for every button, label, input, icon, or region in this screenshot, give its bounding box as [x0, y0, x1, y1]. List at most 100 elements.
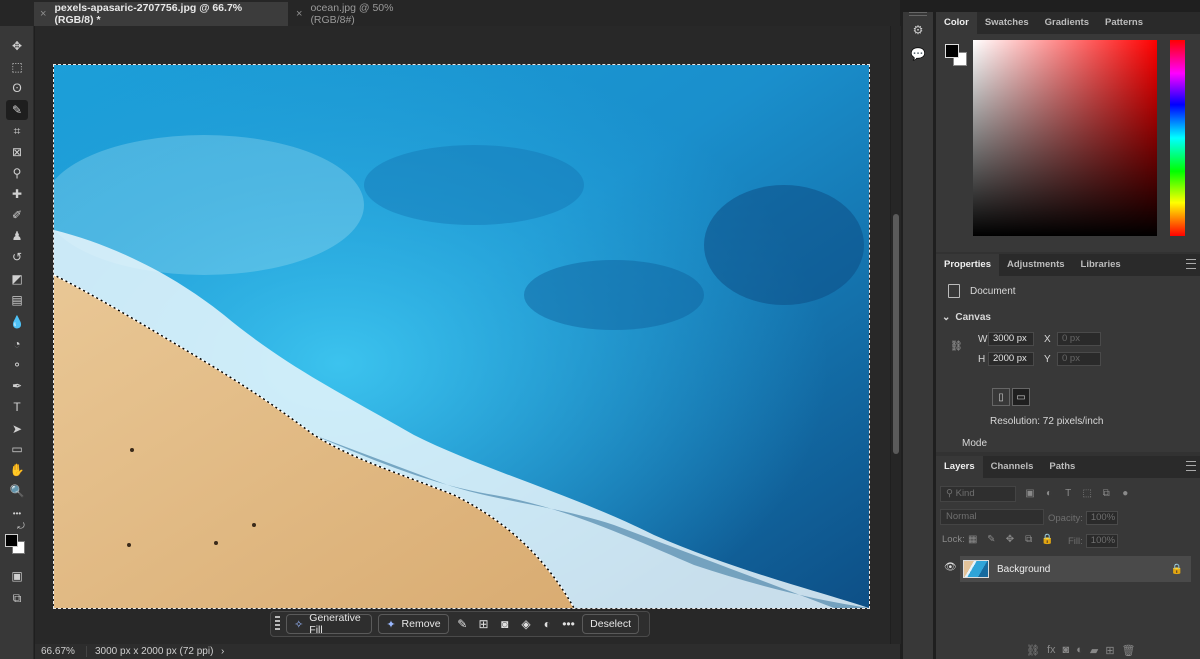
lock-pixels-icon[interactable]: ✎: [983, 534, 999, 545]
link-dimensions-icon[interactable]: ⛓: [950, 341, 963, 352]
move-tool-icon[interactable]: ✥: [6, 36, 28, 56]
panel-menu-icon[interactable]: [1186, 259, 1196, 269]
smart-object-filter-icon[interactable]: ⧉: [1098, 488, 1114, 499]
tab-layers[interactable]: Layers: [936, 456, 983, 478]
beach-photo: [54, 65, 869, 608]
drag-handle-icon[interactable]: [275, 616, 281, 632]
lock-transparency-icon[interactable]: ▦: [965, 534, 981, 545]
collapsed-panels-column: ⚙ 💬: [903, 12, 933, 659]
tab-color[interactable]: Color: [936, 12, 977, 34]
canvas-section-header[interactable]: ⌄ Canvas: [942, 312, 991, 323]
screen-mode-icon[interactable]: ⧉: [6, 588, 28, 608]
color-field[interactable]: [973, 40, 1157, 236]
frame-tool-icon[interactable]: ⊠: [6, 142, 28, 162]
canvas-workspace: ✧ Generative Fill ✦ Remove ✎ ⊞ ◙ ◈ ◐ •••…: [35, 26, 890, 644]
fill-field[interactable]: 100%: [1085, 534, 1118, 548]
comments-panel-icon[interactable]: 💬: [908, 44, 928, 64]
lock-label: Lock:: [942, 534, 965, 545]
quick-mask-icon[interactable]: ▣: [6, 566, 28, 586]
add-mask-icon[interactable]: ◙: [1063, 644, 1070, 657]
adjustment-layer-icon[interactable]: ◐: [540, 614, 555, 634]
tab-libraries[interactable]: Libraries: [1073, 254, 1129, 276]
lock-all-icon[interactable]: 🔒: [1039, 534, 1055, 545]
generative-fill-button[interactable]: ✧ Generative Fill: [286, 612, 373, 636]
y-label: Y: [1044, 353, 1051, 365]
mask-icon[interactable]: ◙: [497, 614, 512, 634]
tab-gradients[interactable]: Gradients: [1037, 12, 1097, 34]
layer-visibility-eye-icon[interactable]: 👁: [944, 562, 957, 573]
adjustment-filter-icon[interactable]: ◐: [1041, 488, 1057, 499]
zoom-tool-icon[interactable]: 🔍: [6, 481, 28, 501]
y-field[interactable]: 0 px: [1057, 352, 1101, 366]
dodge-tool-icon[interactable]: ◔: [6, 334, 28, 354]
rectangle-tool-icon[interactable]: ▭: [6, 439, 28, 459]
brush-tool-icon[interactable]: ✐: [6, 205, 28, 225]
lock-artboard-icon[interactable]: ⧉: [1021, 534, 1037, 545]
properties-panel-icon[interactable]: ⚙: [908, 20, 928, 40]
panel-grip-icon[interactable]: [909, 12, 927, 16]
quick-selection-tool-icon[interactable]: ✎: [6, 100, 28, 120]
portrait-orientation-icon[interactable]: ▯: [992, 388, 1010, 406]
x-field[interactable]: 0 px: [1057, 332, 1101, 346]
tab-channels[interactable]: Channels: [983, 456, 1042, 478]
path-selection-tool-icon[interactable]: ➤: [6, 419, 28, 439]
delete-layer-icon[interactable]: 🗑: [1122, 644, 1136, 657]
lasso-tool-icon[interactable]: ʘ: [6, 78, 28, 98]
new-adjustment-layer-icon[interactable]: ◐: [1076, 644, 1083, 657]
deselect-button[interactable]: Deselect: [582, 614, 640, 634]
eraser-tool-icon[interactable]: ◩: [6, 269, 28, 289]
fill-bucket-icon[interactable]: ◈: [518, 614, 533, 634]
layer-style-fx-icon[interactable]: fx: [1047, 644, 1056, 657]
layer-lock-icon[interactable]: 🔒: [1171, 564, 1183, 575]
new-group-icon[interactable]: ▰: [1090, 644, 1098, 657]
type-tool-icon[interactable]: T: [6, 397, 28, 417]
height-field[interactable]: 2000 px: [988, 352, 1034, 366]
hue-slider[interactable]: [1170, 40, 1185, 236]
tab-adjustments[interactable]: Adjustments: [999, 254, 1073, 276]
foreground-color-chip[interactable]: [945, 44, 959, 58]
swap-colors-icon[interactable]: ⤾: [14, 516, 28, 536]
more-options-icon[interactable]: •••: [561, 614, 576, 634]
width-field[interactable]: 3000 px: [988, 332, 1034, 346]
healing-brush-tool-icon[interactable]: ✚: [6, 184, 28, 204]
document-tab-active[interactable]: × pexels-apasaric-2707756.jpg @ 66.7% (R…: [34, 2, 288, 26]
tab-patterns[interactable]: Patterns: [1097, 12, 1151, 34]
zoom-level[interactable]: 66.67%: [35, 646, 87, 657]
blur-tool-icon[interactable]: 💧: [6, 312, 28, 332]
new-layer-icon[interactable]: ⊞: [1105, 644, 1114, 657]
panel-menu-icon[interactable]: [1186, 461, 1196, 471]
pen-tool-icon[interactable]: ✒: [6, 376, 28, 396]
select-and-mask-icon[interactable]: ✎: [455, 614, 470, 634]
marquee-tool-icon[interactable]: ⬚: [6, 57, 28, 77]
status-menu-chevron-icon[interactable]: ›: [217, 646, 224, 657]
landscape-orientation-icon[interactable]: ▭: [1012, 388, 1030, 406]
zoom-glass-tool-icon[interactable]: ⚬: [6, 355, 28, 375]
eyedropper-tool-icon[interactable]: ⚲: [6, 163, 28, 183]
tab-properties[interactable]: Properties: [936, 254, 999, 276]
tab-paths[interactable]: Paths: [1041, 456, 1083, 478]
hand-tool-icon[interactable]: ✋: [6, 460, 28, 480]
remove-label: Remove: [401, 618, 441, 630]
crop-tool-icon[interactable]: ⌗: [6, 121, 28, 141]
opacity-field[interactable]: 100%: [1085, 511, 1118, 525]
filter-toggle-icon[interactable]: ●: [1117, 488, 1133, 499]
layer-row-background[interactable]: Background 🔒: [960, 556, 1191, 582]
gradient-tool-icon[interactable]: ▤: [6, 290, 28, 310]
close-tab-icon[interactable]: ×: [40, 8, 46, 20]
link-layers-icon[interactable]: ⛓: [1026, 644, 1040, 657]
layer-filter-kind[interactable]: ⚲ Kind: [940, 486, 1016, 502]
transform-selection-icon[interactable]: ⊞: [476, 614, 491, 634]
clone-stamp-tool-icon[interactable]: ♟: [6, 226, 28, 246]
document-tab-inactive[interactable]: × ocean.jpg @ 50% (RGB/8#): [290, 2, 440, 26]
history-brush-tool-icon[interactable]: ↺: [6, 247, 28, 267]
type-filter-icon[interactable]: T: [1060, 488, 1076, 499]
blend-mode-select[interactable]: Normal: [940, 509, 1044, 525]
vertical-scrollbar-thumb[interactable]: [893, 214, 899, 454]
pixel-filter-icon[interactable]: ▣: [1022, 488, 1038, 499]
tab-swatches[interactable]: Swatches: [977, 12, 1037, 34]
shape-filter-icon[interactable]: ⬚: [1079, 488, 1095, 499]
lock-position-icon[interactable]: ✥: [1002, 534, 1018, 545]
document-image[interactable]: [53, 64, 870, 609]
close-tab-icon[interactable]: ×: [296, 8, 302, 20]
remove-button[interactable]: ✦ Remove: [378, 614, 449, 634]
